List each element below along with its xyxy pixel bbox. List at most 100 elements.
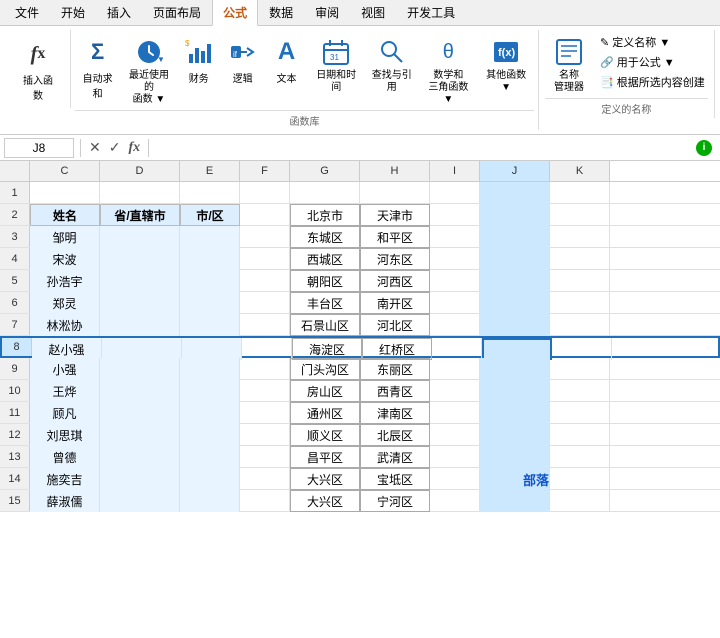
tab-formula[interactable]: 公式 bbox=[212, 0, 258, 26]
cell-e15[interactable] bbox=[180, 490, 240, 512]
insert-function-button[interactable]: fx 插入函数 bbox=[14, 34, 62, 104]
cell-e1[interactable] bbox=[180, 182, 240, 204]
cell-g13[interactable]: 昌平区 bbox=[290, 446, 360, 468]
cell-g7[interactable]: 石景山区 bbox=[290, 314, 360, 336]
cell-g9[interactable]: 门头沟区 bbox=[290, 358, 360, 380]
cell-f12[interactable] bbox=[240, 424, 290, 446]
cell-k5[interactable] bbox=[550, 270, 610, 292]
col-header-e[interactable]: E bbox=[180, 161, 240, 181]
cell-e9[interactable] bbox=[180, 358, 240, 380]
cell-i1[interactable] bbox=[430, 182, 480, 204]
text-button[interactable]: A 文本 bbox=[266, 32, 308, 87]
cell-d6[interactable] bbox=[100, 292, 180, 314]
cell-c6[interactable]: 郑灵 bbox=[30, 292, 100, 314]
cell-j15[interactable] bbox=[480, 490, 550, 512]
cell-d4[interactable] bbox=[100, 248, 180, 270]
cell-i2[interactable] bbox=[430, 204, 480, 226]
cell-g11[interactable]: 通州区 bbox=[290, 402, 360, 424]
cell-j3[interactable] bbox=[480, 226, 550, 248]
cell-c12[interactable]: 刘思琪 bbox=[30, 424, 100, 446]
cell-g5[interactable]: 朝阳区 bbox=[290, 270, 360, 292]
cell-k2[interactable] bbox=[550, 204, 610, 226]
cell-f1[interactable] bbox=[240, 182, 290, 204]
cell-j14[interactable]: 部落窝教育 bbox=[480, 468, 550, 490]
cell-c10[interactable]: 王烨 bbox=[30, 380, 100, 402]
cell-g8[interactable]: 海淀区 bbox=[292, 338, 362, 360]
col-header-k[interactable]: K bbox=[550, 161, 610, 181]
cell-i3[interactable] bbox=[430, 226, 480, 248]
fx-bar-icon[interactable]: fx bbox=[126, 140, 142, 156]
cell-i10[interactable] bbox=[430, 380, 480, 402]
cell-f14[interactable] bbox=[240, 468, 290, 490]
cell-k14[interactable] bbox=[550, 468, 610, 490]
cell-f13[interactable] bbox=[240, 446, 290, 468]
tab-home[interactable]: 开始 bbox=[50, 0, 96, 25]
finance-button[interactable]: $ 财务 bbox=[178, 32, 220, 87]
cell-i9[interactable] bbox=[430, 358, 480, 380]
cell-c7[interactable]: 林淞协 bbox=[30, 314, 100, 336]
cell-f7[interactable] bbox=[240, 314, 290, 336]
cell-e4[interactable] bbox=[180, 248, 240, 270]
cell-d3[interactable] bbox=[100, 226, 180, 248]
cell-reference-input[interactable] bbox=[4, 138, 74, 158]
cell-k9[interactable] bbox=[550, 358, 610, 380]
tab-review[interactable]: 审阅 bbox=[304, 0, 350, 25]
cell-h3[interactable]: 和平区 bbox=[360, 226, 430, 248]
cell-g14[interactable]: 大兴区 bbox=[290, 468, 360, 490]
cell-f11[interactable] bbox=[240, 402, 290, 424]
cell-j5[interactable] bbox=[480, 270, 550, 292]
cell-f6[interactable] bbox=[240, 292, 290, 314]
cell-f2[interactable] bbox=[240, 204, 290, 226]
cell-g15[interactable]: 大兴区 bbox=[290, 490, 360, 512]
cell-g2[interactable]: 北京市 bbox=[290, 204, 360, 226]
cell-c11[interactable]: 顾凡 bbox=[30, 402, 100, 424]
cell-f15[interactable] bbox=[240, 490, 290, 512]
tab-page-layout[interactable]: 页面布局 bbox=[142, 0, 212, 25]
create-from-selection-button[interactable]: 📑 根据所选内容创建 bbox=[597, 73, 708, 91]
cell-e6[interactable] bbox=[180, 292, 240, 314]
cell-i5[interactable] bbox=[430, 270, 480, 292]
cell-e11[interactable] bbox=[180, 402, 240, 424]
cell-e2[interactable]: 市/区 bbox=[180, 204, 240, 226]
col-header-f[interactable]: F bbox=[240, 161, 290, 181]
confirm-icon[interactable]: ✓ bbox=[107, 139, 123, 156]
cell-h15[interactable]: 宁河区 bbox=[360, 490, 430, 512]
cell-e5[interactable] bbox=[180, 270, 240, 292]
cell-d7[interactable] bbox=[100, 314, 180, 336]
cell-k13[interactable] bbox=[550, 446, 610, 468]
formula-input[interactable] bbox=[155, 141, 692, 155]
cell-h11[interactable]: 津南区 bbox=[360, 402, 430, 424]
cell-h1[interactable] bbox=[360, 182, 430, 204]
cell-c14[interactable]: 施奕吉 bbox=[30, 468, 100, 490]
cell-d13[interactable] bbox=[100, 446, 180, 468]
use-in-formula-button[interactable]: 🔗 用于公式 ▼ bbox=[597, 53, 708, 71]
cell-e7[interactable] bbox=[180, 314, 240, 336]
cell-g3[interactable]: 东城区 bbox=[290, 226, 360, 248]
cell-c2[interactable]: 姓名 bbox=[30, 204, 100, 226]
other-functions-button[interactable]: f(x) 其他函数 ▼ bbox=[478, 32, 534, 96]
cell-d5[interactable] bbox=[100, 270, 180, 292]
cell-f5[interactable] bbox=[240, 270, 290, 292]
cell-k4[interactable] bbox=[550, 248, 610, 270]
cell-c5[interactable]: 孙浩宇 bbox=[30, 270, 100, 292]
cell-j9[interactable] bbox=[480, 358, 550, 380]
cell-i8[interactable] bbox=[432, 338, 482, 360]
cell-k8[interactable] bbox=[552, 338, 612, 360]
cell-c4[interactable]: 宋波 bbox=[30, 248, 100, 270]
cell-e14[interactable] bbox=[180, 468, 240, 490]
cell-h6[interactable]: 南开区 bbox=[360, 292, 430, 314]
cell-h7[interactable]: 河北区 bbox=[360, 314, 430, 336]
cell-e3[interactable] bbox=[180, 226, 240, 248]
col-header-j[interactable]: J bbox=[480, 161, 550, 181]
col-header-c[interactable]: C bbox=[30, 161, 100, 181]
cell-g4[interactable]: 西城区 bbox=[290, 248, 360, 270]
cell-c9[interactable]: 小强 bbox=[30, 358, 100, 380]
cell-k7[interactable] bbox=[550, 314, 610, 336]
cell-f8[interactable] bbox=[242, 338, 292, 360]
tab-developer[interactable]: 开发工具 bbox=[396, 0, 466, 25]
cell-d14[interactable] bbox=[100, 468, 180, 490]
cell-k10[interactable] bbox=[550, 380, 610, 402]
cell-d10[interactable] bbox=[100, 380, 180, 402]
cell-i12[interactable] bbox=[430, 424, 480, 446]
cell-k3[interactable] bbox=[550, 226, 610, 248]
